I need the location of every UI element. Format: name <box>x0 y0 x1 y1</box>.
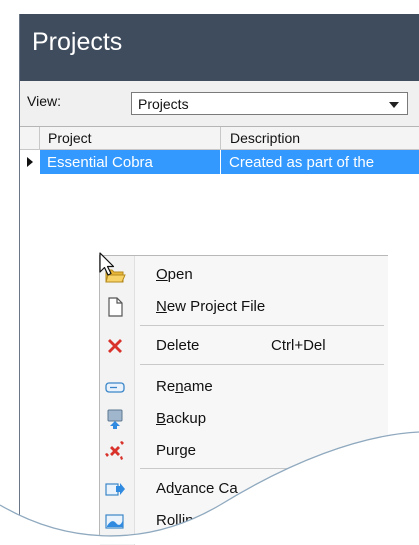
backup-icon <box>107 409 123 429</box>
cell-project[interactable]: Essential Cobra <box>47 154 153 171</box>
menu-item-label: Backup <box>156 410 207 427</box>
chevron-down-icon[interactable] <box>389 102 399 108</box>
menu-item-label: Rollin <box>156 512 194 529</box>
menu-item-label: Delete <box>156 337 200 354</box>
grid-header: Project Description <box>20 127 419 150</box>
column-separator[interactable] <box>39 127 40 149</box>
rename-icon <box>105 382 125 393</box>
menu-item-label: Rename <box>156 378 213 395</box>
menu-item-shortcut: Ctrl+Del <box>271 337 326 354</box>
context-menu: Open New Project File Delete Ctrl+Del Re… <box>99 255 389 545</box>
menu-item-label: Advance Ca <box>156 480 238 497</box>
purge-icon <box>105 441 124 460</box>
menu-item-advance-calc[interactable]: Advance Ca <box>100 472 389 504</box>
cell-separator <box>220 150 221 174</box>
mouse-cursor-icon <box>99 252 115 276</box>
view-dropdown[interactable]: Projects <box>131 92 408 115</box>
new-file-icon <box>108 297 123 317</box>
cell-description[interactable]: Created as part of the <box>229 154 374 171</box>
menu-item-new-project-file[interactable]: New Project File <box>100 290 389 322</box>
menu-separator <box>140 364 384 365</box>
column-header-project[interactable]: Project <box>48 130 92 146</box>
advance-calc-icon <box>105 483 125 496</box>
menu-item-label: Open <box>156 266 193 283</box>
menu-item-label: Purge <box>156 442 197 459</box>
menu-item-purge[interactable]: Purge <box>100 434 389 466</box>
delete-x-icon <box>108 339 122 353</box>
column-separator[interactable] <box>220 127 221 149</box>
rolling-icon <box>105 514 124 529</box>
menu-item-backup[interactable]: Backup <box>100 402 389 434</box>
window-title: Projects <box>32 28 123 56</box>
table-row[interactable]: Essential Cobra Created as part of the <box>20 150 419 174</box>
menu-separator <box>140 468 384 469</box>
row-indicator-icon <box>27 157 33 167</box>
menu-item-open[interactable]: Open <box>100 258 389 290</box>
column-header-description[interactable]: Description <box>230 130 300 146</box>
menu-item-rename[interactable]: Rename <box>100 370 389 402</box>
menu-separator <box>140 325 384 326</box>
menu-item-label: New Project File <box>156 298 266 315</box>
view-dropdown-value: Projects <box>138 96 189 112</box>
view-label: View: <box>27 93 61 109</box>
menu-item-rolling[interactable]: Rollin <box>100 504 389 536</box>
menu-item-delete[interactable]: Delete Ctrl+Del <box>100 329 389 361</box>
title-bar: Projects <box>20 14 419 81</box>
